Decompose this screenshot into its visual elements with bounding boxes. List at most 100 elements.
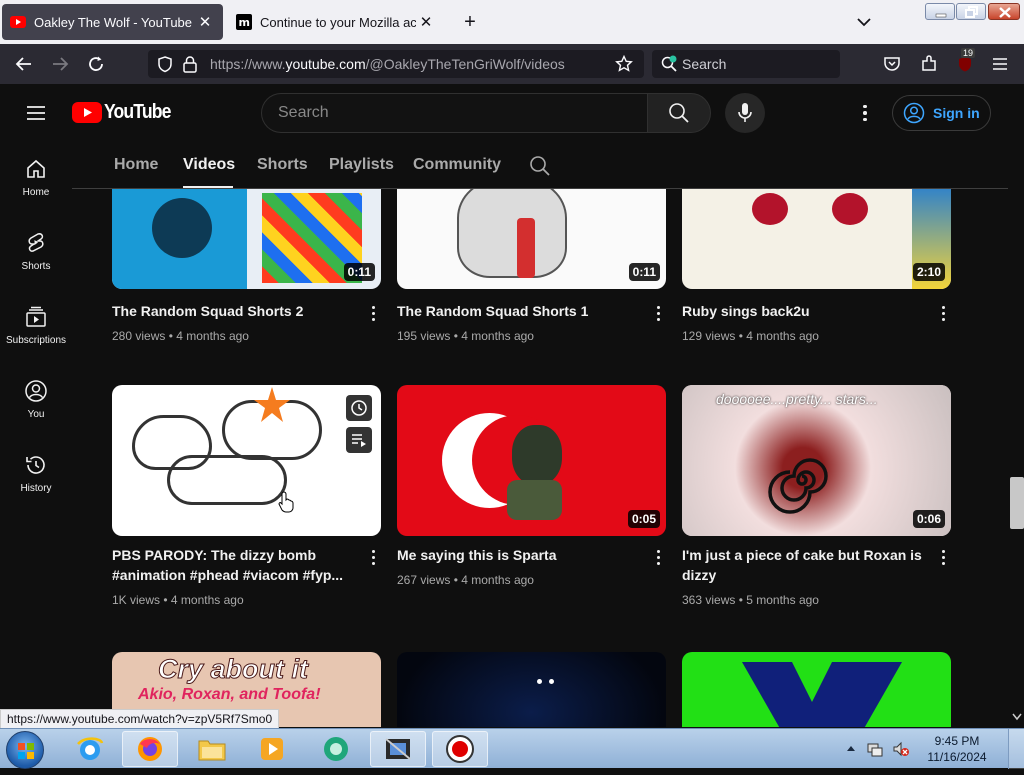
video-menu-icon[interactable] [365,303,381,323]
lock-icon[interactable] [182,55,198,78]
taskbar-screen-recorder[interactable] [432,731,488,767]
watch-later-icon[interactable] [346,395,372,421]
video-menu-icon[interactable] [365,547,381,567]
tab-home[interactable]: Home [114,156,158,174]
youtube-logo[interactable]: YouTube [72,101,180,124]
taskbar-media-player[interactable] [244,731,300,767]
guide-rail: Home Shorts Subscriptions You History [0,142,72,727]
voice-search-button[interactable] [725,93,765,133]
back-arrow-icon[interactable] [12,52,36,76]
tab-close-icon[interactable]: ✕ [195,13,215,31]
scrollbar-thumb[interactable] [1010,477,1024,529]
rail-item-shorts[interactable]: Shorts [0,216,72,286]
reload-icon[interactable] [84,52,108,76]
browser-tab-strip: Oakley The Wolf - YouTube ✕ m Continue t… [0,0,1024,44]
system-clock[interactable]: 9:45 PM 11/16/2024 [922,733,992,765]
video-menu-icon[interactable] [650,303,666,323]
sign-in-button[interactable]: Sign in [892,95,991,131]
rail-item-home[interactable]: Home [0,142,72,212]
video-menu-icon[interactable] [935,303,951,323]
thumbnail-caption: dooooee....pretty... stars... [716,391,878,407]
search-input[interactable]: Search [261,93,647,133]
video-title[interactable]: The Random Squad Shorts 2 [112,301,352,321]
extensions-icon[interactable] [917,52,941,76]
internet-explorer-icon [77,737,104,760]
window-close-button[interactable] [988,3,1020,20]
bookmark-star-icon[interactable] [615,54,633,78]
rail-label: You [27,408,45,420]
video-duration: 0:11 [343,263,375,281]
url-bar[interactable]: https://www.youtube.com/@OakleyTheTenGri… [148,50,644,78]
video-title[interactable]: The Random Squad Shorts 1 [397,301,637,321]
window-restore-button[interactable] [956,3,986,20]
you-icon [25,379,47,402]
clock-date: 11/16/2024 [927,750,987,764]
pocket-icon[interactable] [880,52,904,76]
video-thumbnail[interactable] [112,385,381,536]
firefox-icon [138,737,162,761]
video-title[interactable]: Me saying this is Sparta [397,545,637,565]
windows-logo-icon [18,743,34,759]
network-icon[interactable] [866,740,884,758]
browser-search-bar[interactable]: Search [652,50,840,78]
volume-muted-icon[interactable] [892,740,910,758]
account-icon [903,102,925,124]
film-strip-icon [385,738,411,760]
scroll-down-arrow-icon[interactable] [1012,713,1022,721]
browser-tab-youtube[interactable]: Oakley The Wolf - YouTube ✕ [2,4,223,40]
video-menu-icon[interactable] [650,547,666,567]
video-thumbnail[interactable]: 0:05 [397,385,666,536]
taskbar-app-globe[interactable] [308,731,364,767]
tracking-shield-icon[interactable] [156,55,174,78]
taskbar-movie-maker[interactable] [370,731,426,767]
tab-shorts[interactable]: Shorts [257,156,308,174]
guide-menu-icon[interactable] [24,101,48,130]
video-title[interactable]: Ruby sings back2u [682,301,922,321]
settings-kebab-icon[interactable] [853,101,877,125]
media-player-icon [261,738,283,760]
taskbar-firefox[interactable] [122,731,178,767]
url-text[interactable]: https://www.youtube.com/@OakleyTheTenGri… [210,56,565,72]
video-thumbnail[interactable] [682,652,951,727]
tab-playlists[interactable]: Playlists [329,156,394,174]
video-metadata: 1K views • 4 months ago [112,593,244,607]
mozilla-favicon-icon: m [236,14,252,30]
video-thumbnail[interactable] [397,652,666,727]
tab-community[interactable]: Community [413,156,501,174]
menu-hamburger-icon[interactable] [988,52,1012,76]
start-button[interactable] [6,731,44,769]
channel-search-icon[interactable] [529,155,551,182]
tab-videos[interactable]: Videos [183,156,235,174]
new-tab-icon[interactable]: + [458,8,482,36]
window-minimize-button[interactable] [925,3,955,20]
video-thumbnail[interactable]: dooooee....pretty... stars... 0:06 [682,385,951,536]
video-thumbnail[interactable]: 0:11 [397,189,666,289]
video-menu-icon[interactable] [935,547,951,567]
list-all-tabs-icon[interactable] [852,10,876,34]
ublock-extension-icon[interactable]: 19 [953,48,977,76]
show-hidden-icons-icon[interactable] [846,744,856,752]
rail-item-history[interactable]: History [0,438,72,508]
video-thumbnail[interactable]: 2:10 [682,189,951,289]
add-to-queue-icon[interactable] [346,427,372,453]
show-desktop-button[interactable] [1008,729,1024,769]
folder-icon [198,740,226,761]
rail-item-subscriptions[interactable]: Subscriptions [0,290,72,360]
tab-close-icon[interactable]: ✕ [416,13,436,31]
browser-navigation-bar: https://www.youtube.com/@OakleyTheTenGri… [0,44,1024,84]
taskbar-file-explorer[interactable] [184,731,240,767]
forward-arrow-icon[interactable] [48,52,72,76]
browser-tab-mozilla[interactable]: m Continue to your Mozilla accou ✕ [228,4,444,40]
subscriptions-icon [26,306,46,327]
youtube-favicon-icon [10,14,26,30]
microphone-icon [738,103,752,122]
taskbar-internet-explorer[interactable] [62,731,118,767]
video-title[interactable]: PBS PARODY: The dizzy bomb #animation #ph… [112,545,352,585]
rail-item-you[interactable]: You [0,364,72,434]
thumbnail-caption: Akio, Roxan, and Toofa! [138,686,321,703]
tab-title: Continue to your Mozilla accou [260,14,416,30]
video-title[interactable]: I'm just a piece of cake but Roxan is diz… [682,545,922,585]
video-thumbnail[interactable]: 0:11 [112,189,381,289]
page-scrollbar[interactable] [1008,189,1024,727]
search-button[interactable] [647,93,711,133]
